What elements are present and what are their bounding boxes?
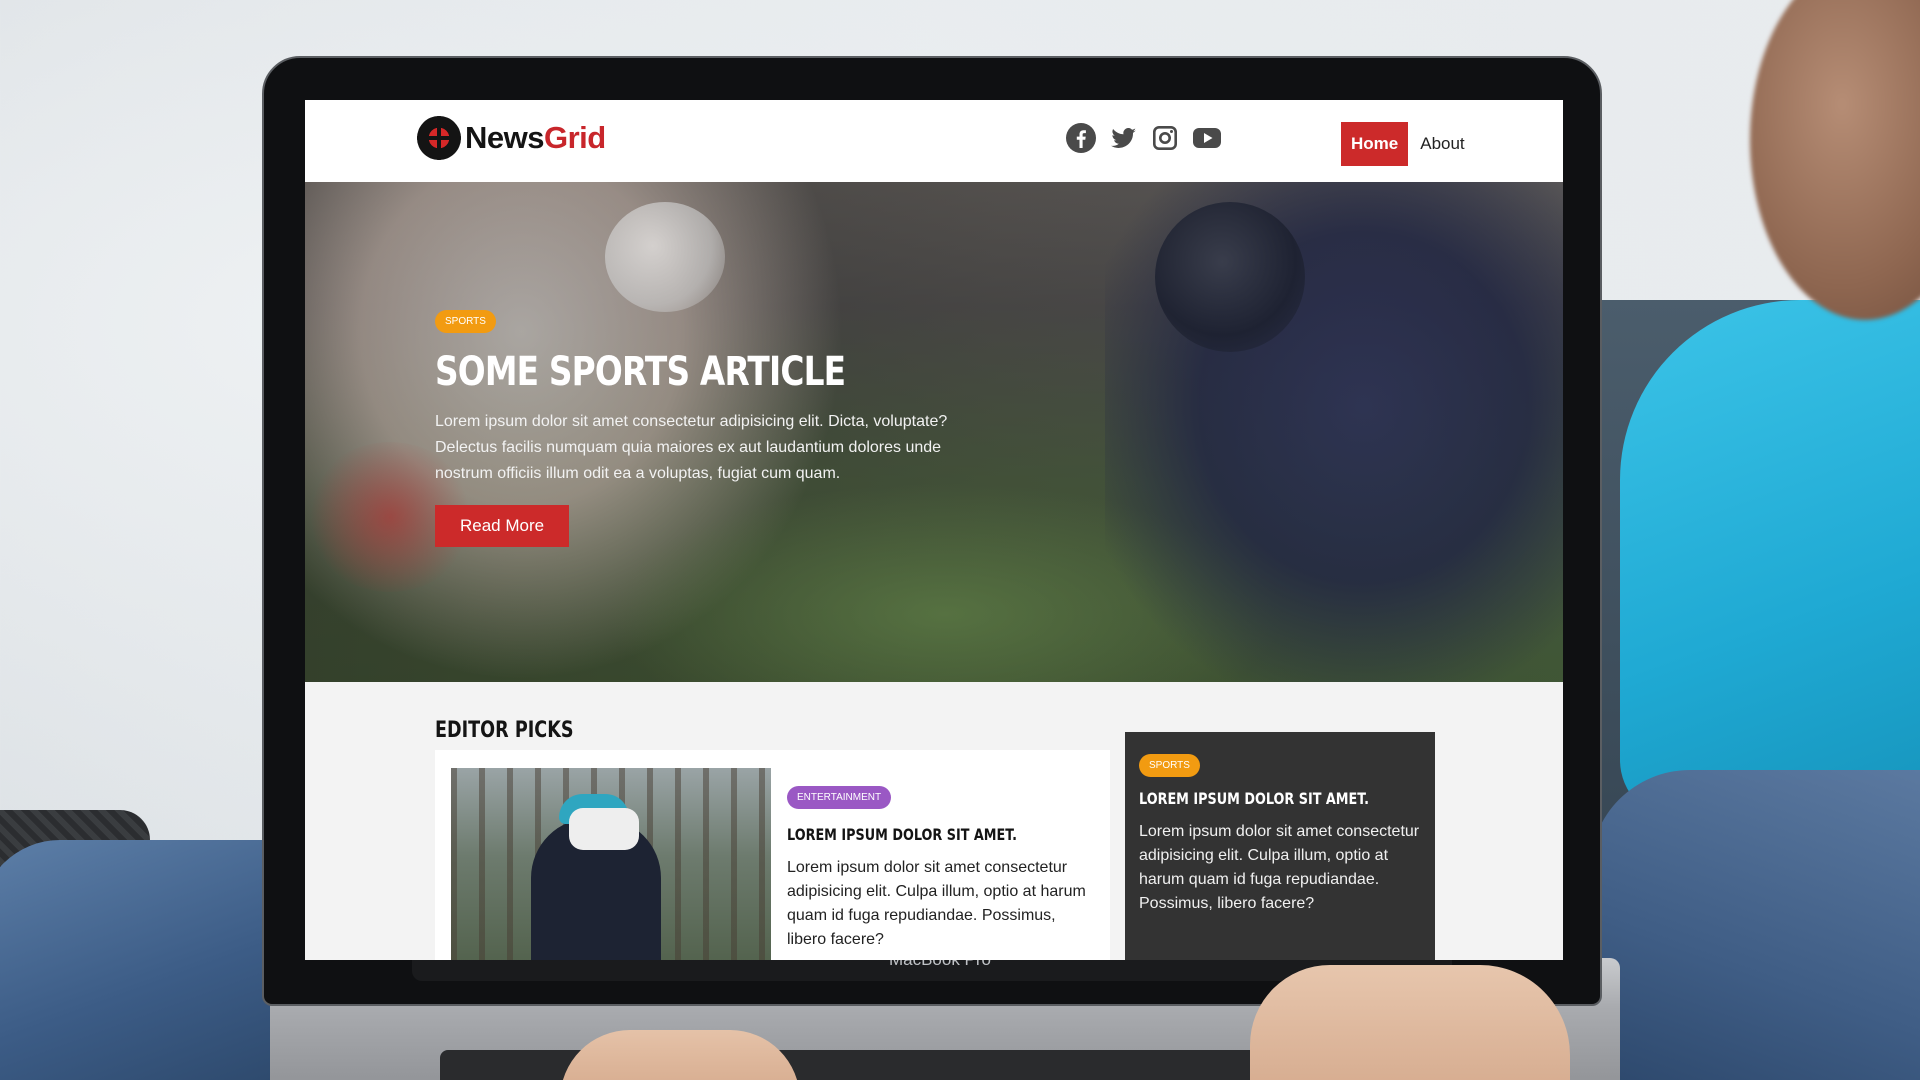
globe-icon — [417, 116, 461, 160]
logo-text: NewsGrid — [465, 120, 606, 156]
card-body: ENTERTAINMENT LOREM IPSUM DOLOR SIT AMET… — [787, 786, 1087, 952]
hero-title: SOME SPORTS ARTICLE — [435, 349, 846, 395]
card-text: Lorem ipsum dolor sit amet consectetur a… — [787, 859, 1086, 948]
card-image-vr-man — [451, 768, 771, 960]
hero-text: Lorem ipsum dolor sit amet consectetur a… — [435, 413, 948, 482]
main-nav: Home About — [1341, 122, 1467, 166]
card-text: Lorem ipsum dolor sit amet consectetur a… — [1139, 823, 1420, 912]
hero-content: SPORTS SOME SPORTS ARTICLE Lorem ipsum d… — [435, 310, 995, 547]
user-right-hand — [1250, 965, 1570, 1080]
hero-banner: SPORTS SOME SPORTS ARTICLE Lorem ipsum d… — [305, 182, 1563, 682]
hero-image-dark-helmet — [1155, 202, 1305, 352]
social-links — [1065, 122, 1223, 154]
site-logo[interactable]: NewsGrid — [417, 116, 606, 160]
laptop-screen: NewsGrid Home About SPORTS SOME SPORTS A… — [305, 100, 1563, 960]
card-category-badge[interactable]: ENTERTAINMENT — [787, 786, 892, 809]
logo-text-news: News — [465, 120, 544, 155]
editor-pick-card-dark[interactable]: SPORTS LOREM IPSUM DOLOR SIT AMET. Lorem… — [1125, 732, 1435, 960]
nav-about-link[interactable]: About — [1418, 122, 1466, 166]
card-title[interactable]: LOREM IPSUM DOLOR SIT AMET. — [1139, 789, 1371, 808]
card-title[interactable]: LOREM IPSUM DOLOR SIT AMET. — [787, 825, 1027, 844]
background-person-shirt — [1620, 300, 1920, 820]
instagram-icon[interactable] — [1149, 122, 1181, 154]
youtube-icon[interactable] — [1191, 122, 1223, 154]
card-category-badge[interactable]: SPORTS — [1139, 754, 1200, 777]
nav-home-link[interactable]: Home — [1341, 122, 1409, 166]
background-jeans-right — [1590, 770, 1920, 1080]
read-more-button[interactable]: Read More — [435, 505, 570, 547]
editor-pick-card[interactable]: ENTERTAINMENT LOREM IPSUM DOLOR SIT AMET… — [435, 750, 1110, 960]
hero-image-white-helmet — [605, 202, 725, 312]
site-header: NewsGrid Home About — [305, 100, 1563, 182]
facebook-icon[interactable] — [1065, 122, 1097, 154]
card-body: SPORTS LOREM IPSUM DOLOR SIT AMET. Lorem… — [1139, 754, 1429, 916]
logo-text-grid: Grid — [543, 120, 606, 155]
hero-category-badge[interactable]: SPORTS — [435, 310, 496, 333]
twitter-icon[interactable] — [1107, 122, 1139, 154]
editor-picks-heading: EDITOR PICKS — [435, 718, 574, 743]
